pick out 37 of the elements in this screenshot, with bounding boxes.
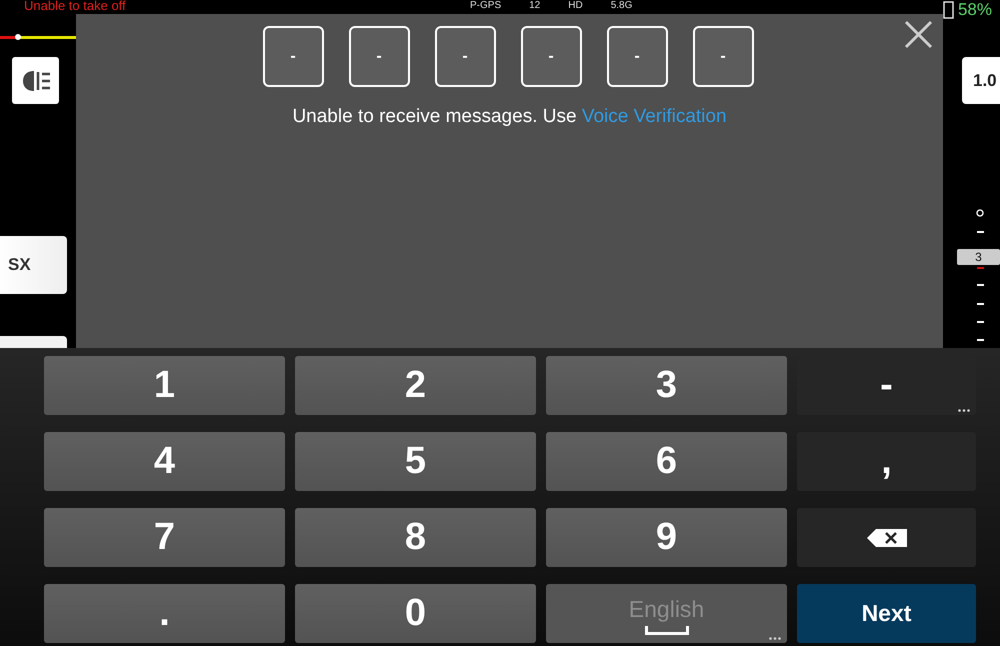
status-text: HD	[568, 0, 583, 12]
key[interactable]: 4	[44, 432, 285, 491]
key[interactable]: 5	[295, 432, 536, 491]
key[interactable]: 7	[44, 508, 285, 567]
battery-percent: 58%	[958, 0, 992, 20]
light-button[interactable]	[12, 57, 59, 104]
status-text: 12	[529, 0, 540, 12]
backspace-key[interactable]	[797, 508, 976, 567]
close-icon	[904, 20, 933, 49]
mode-card[interactable]: SX	[0, 236, 67, 294]
battery-icon	[942, 1, 956, 19]
key[interactable]: ,	[797, 432, 976, 491]
close-button[interactable]	[904, 20, 933, 49]
code-digit-box[interactable]: -	[434, 26, 496, 87]
status-text: P-GPS	[470, 0, 502, 12]
code-digit-box[interactable]: -	[692, 26, 754, 87]
key[interactable]: 6	[546, 432, 787, 491]
backspace-icon	[866, 528, 908, 548]
space-icon	[644, 626, 688, 636]
key[interactable]: 0	[295, 584, 536, 643]
key[interactable]: 2	[295, 356, 536, 415]
code-digit-box[interactable]: -	[262, 26, 324, 87]
warning-text: Unable to take off	[24, 0, 126, 13]
code-digit-box[interactable]: -	[606, 26, 668, 87]
next-button[interactable]: Next	[797, 584, 976, 643]
message-text: Unable to receive messages. Use Voice Verification	[292, 106, 727, 127]
key[interactable]: 8	[295, 508, 536, 567]
code-digit-box[interactable]: -	[348, 26, 410, 87]
key[interactable]: 1	[44, 356, 285, 415]
code-digit-box[interactable]: -	[520, 26, 582, 87]
key[interactable]: 3	[546, 356, 787, 415]
status-text: 5.8G	[610, 0, 632, 12]
key[interactable]: .	[44, 584, 285, 643]
key[interactable]: 9	[546, 508, 787, 567]
headlight-icon	[20, 68, 50, 92]
zoom-card[interactable]: 1.0	[962, 57, 1000, 104]
scale-marker: 3	[957, 249, 1000, 265]
